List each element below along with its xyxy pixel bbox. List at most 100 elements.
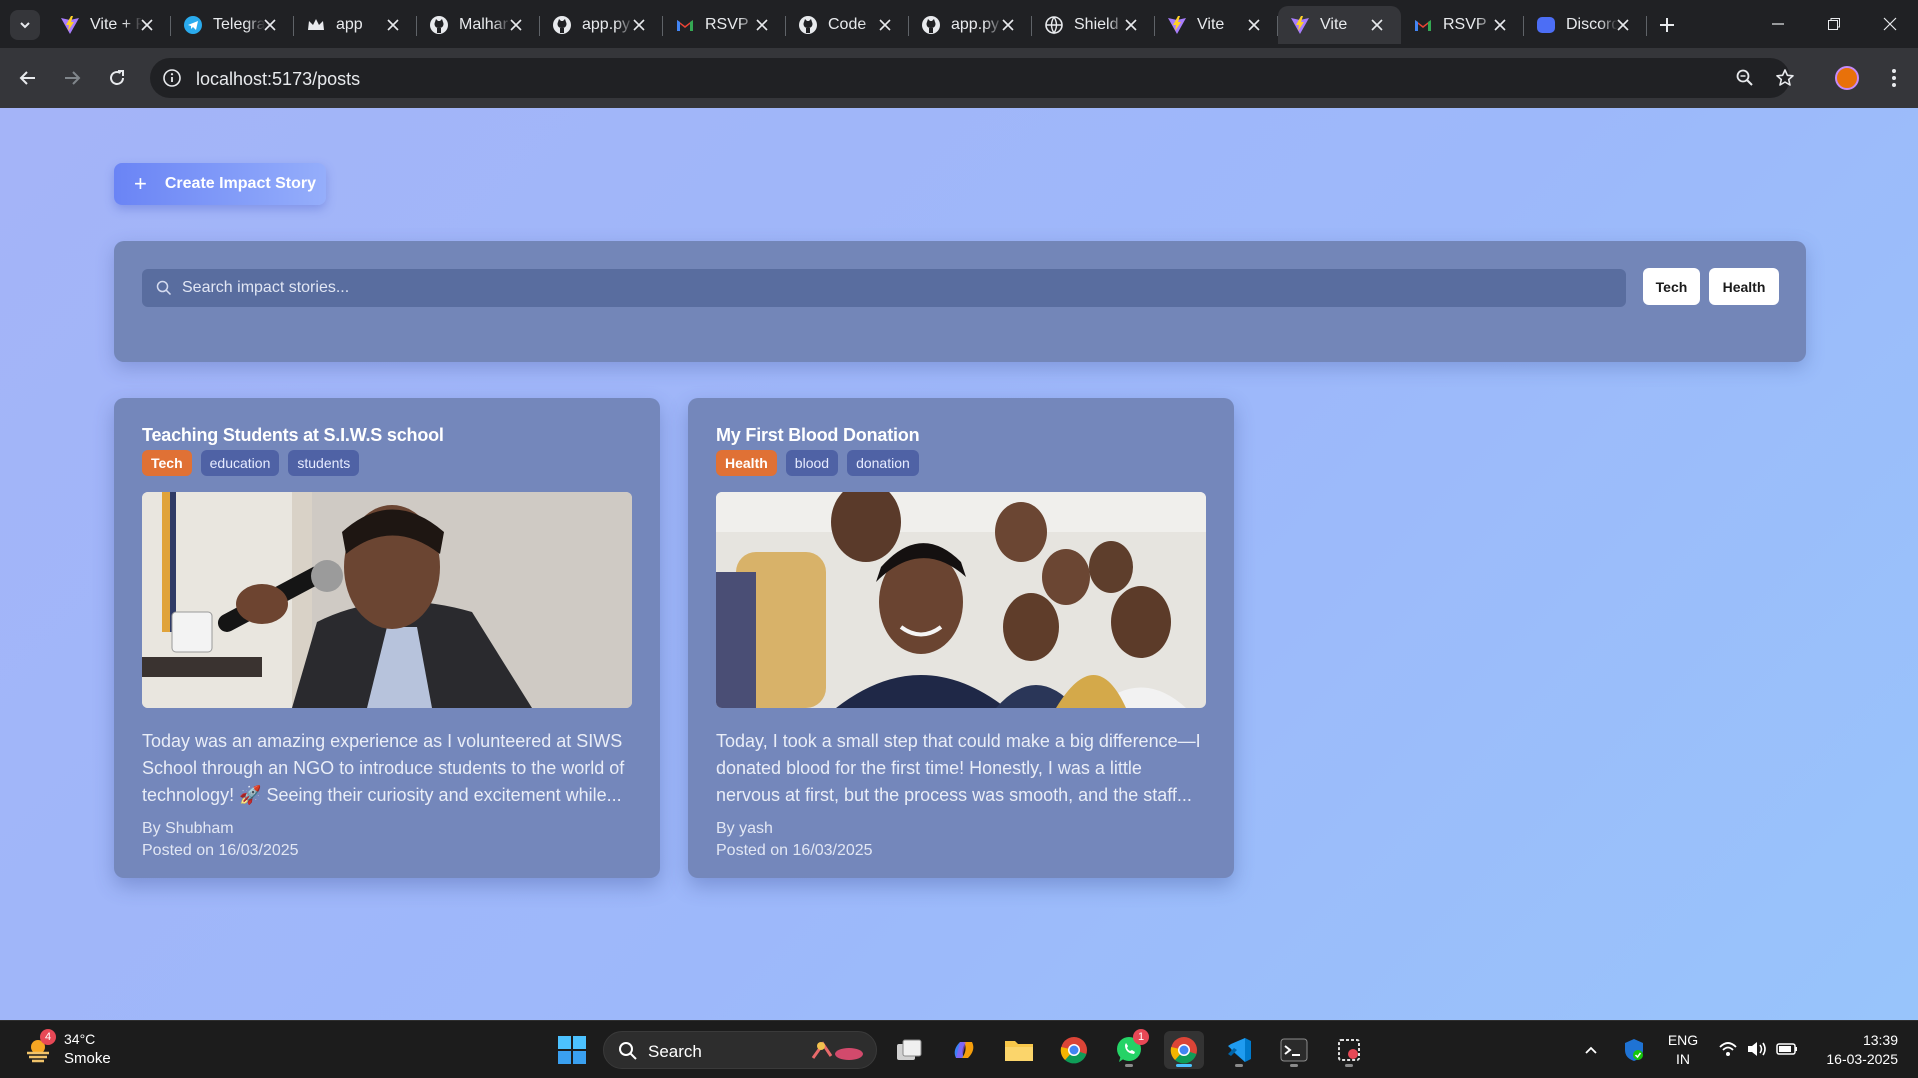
browser-tab[interactable]: app.py: [540, 6, 663, 44]
restore-button[interactable]: [1806, 0, 1862, 48]
tab-search-button[interactable]: [10, 10, 40, 40]
tab-title: Code: [828, 16, 867, 33]
close-window-button[interactable]: [1862, 0, 1918, 48]
copilot-button[interactable]: [944, 1031, 984, 1069]
post-card[interactable]: Teaching Students at S.I.W.S school Tech…: [114, 398, 660, 878]
running-indicator: [1125, 1064, 1133, 1067]
browser-tab-strip: Vite + React Telegram app Malhar app.py RSVP C…: [0, 0, 1918, 48]
clock-time[interactable]: 13:39: [1808, 1032, 1898, 1048]
browser-tab[interactable]: app.py: [909, 6, 1032, 44]
tab-close-button[interactable]: [506, 15, 526, 35]
close-icon: [141, 19, 153, 31]
post-title[interactable]: Teaching Students at S.I.W.S school: [142, 425, 444, 446]
browser-tab[interactable]: Vite: [1278, 6, 1401, 44]
tab-close-button[interactable]: [875, 15, 895, 35]
filter-tech-button[interactable]: Tech: [1643, 268, 1700, 305]
post-author: By yash: [716, 820, 773, 837]
whatsapp-button[interactable]: 1: [1109, 1029, 1149, 1069]
tab-close-button[interactable]: [1367, 15, 1387, 35]
address-bar[interactable]: localhost:5173/posts: [150, 58, 1794, 98]
reload-button[interactable]: [101, 62, 133, 94]
tab-close-button[interactable]: [629, 15, 649, 35]
windows-logo-icon: [558, 1036, 586, 1064]
filter-health-button[interactable]: Health: [1709, 268, 1779, 305]
running-indicator: [1345, 1064, 1353, 1067]
bookmark-star-icon[interactable]: [1775, 68, 1795, 88]
tab-close-button[interactable]: [998, 15, 1018, 35]
tab-close-button[interactable]: [137, 15, 157, 35]
file-explorer-button[interactable]: [999, 1031, 1039, 1069]
running-indicator: [1290, 1064, 1298, 1067]
search-box[interactable]: [142, 269, 1626, 307]
zoom-icon[interactable]: [1735, 68, 1755, 88]
more-vertical-icon: [1892, 69, 1896, 87]
browser-tab[interactable]: Malhar: [417, 6, 540, 44]
tab-title: Vite: [1320, 16, 1348, 33]
url-text[interactable]: localhost:5173/posts: [196, 69, 360, 90]
tab-close-button[interactable]: [260, 15, 280, 35]
browser-tab[interactable]: RSVP: [1401, 6, 1524, 44]
browser-tab[interactable]: Vite + React: [48, 6, 171, 44]
start-button[interactable]: [552, 1031, 592, 1069]
profile-avatar[interactable]: [1835, 66, 1859, 90]
weather-temperature[interactable]: 34°C: [64, 1031, 95, 1047]
post-tags: Health blood donation: [716, 450, 919, 476]
whatsapp-badge: 1: [1133, 1029, 1149, 1045]
tab-close-button[interactable]: [1490, 15, 1510, 35]
browser-tab[interactable]: Vite: [1155, 6, 1278, 44]
tab-close-button[interactable]: [752, 15, 772, 35]
browser-menu-button[interactable]: [1880, 64, 1908, 92]
clock-date[interactable]: 16-03-2025: [1808, 1051, 1898, 1067]
browser-tab[interactable]: app: [294, 6, 417, 44]
post-date: Posted on 16/03/2025: [716, 842, 873, 859]
forward-button[interactable]: [56, 62, 88, 94]
minimize-button[interactable]: [1750, 0, 1806, 48]
chrome-icon: [1060, 1037, 1087, 1064]
region-indicator[interactable]: IN: [1662, 1051, 1704, 1067]
chevron-up-icon[interactable]: [1583, 1042, 1599, 1058]
browser-tab[interactable]: Code: [786, 6, 909, 44]
vscode-button[interactable]: [1219, 1031, 1259, 1069]
browser-tab[interactable]: RSVP: [663, 6, 786, 44]
language-indicator[interactable]: ENG: [1662, 1032, 1704, 1048]
snipping-tool-button[interactable]: [1329, 1031, 1369, 1069]
chevron-down-icon: [20, 22, 30, 29]
browser-tab[interactable]: Shield: [1032, 6, 1155, 44]
wifi-icon[interactable]: [1718, 1040, 1738, 1058]
new-tab-button[interactable]: [1647, 6, 1687, 44]
volume-icon[interactable]: [1746, 1040, 1768, 1058]
terminal-button[interactable]: [1274, 1031, 1314, 1069]
tab-close-button[interactable]: [1244, 15, 1264, 35]
close-icon: [1494, 19, 1506, 31]
weather-condition[interactable]: Smoke: [64, 1050, 111, 1067]
reload-icon: [110, 70, 124, 85]
battery-icon[interactable]: [1776, 1041, 1798, 1057]
close-icon: [387, 19, 399, 31]
search-input[interactable]: [182, 269, 1602, 307]
create-impact-story-button[interactable]: + Create Impact Story: [114, 163, 326, 205]
back-button[interactable]: [12, 62, 44, 94]
vscode-icon: [1228, 1038, 1251, 1062]
snipping-tool-icon: [1338, 1039, 1360, 1061]
post-card[interactable]: My First Blood Donation Health blood don…: [688, 398, 1234, 878]
task-view-icon: [897, 1039, 922, 1060]
tab-close-button[interactable]: [383, 15, 403, 35]
site-info-icon[interactable]: [162, 68, 182, 88]
browser-tab[interactable]: Discord: [1524, 6, 1647, 44]
taskbar-search-label: Search: [648, 1042, 702, 1061]
chrome-button[interactable]: [1054, 1031, 1094, 1069]
task-view-button[interactable]: [889, 1031, 929, 1069]
plus-icon: [1660, 18, 1674, 32]
tab-close-button[interactable]: [1613, 15, 1633, 35]
copilot-icon: [954, 1042, 974, 1058]
defender-shield-icon[interactable]: [1623, 1038, 1645, 1062]
active-indicator: [1176, 1064, 1192, 1067]
tab-close-button[interactable]: [1121, 15, 1141, 35]
browser-tab[interactable]: Telegram: [171, 6, 294, 44]
post-title[interactable]: My First Blood Donation: [716, 425, 920, 446]
chrome-active-button[interactable]: [1164, 1031, 1204, 1069]
github-icon: [429, 15, 449, 35]
post-image-speaker: [142, 492, 632, 708]
taskbar-search[interactable]: Search: [603, 1031, 877, 1069]
close-icon: [756, 19, 768, 31]
